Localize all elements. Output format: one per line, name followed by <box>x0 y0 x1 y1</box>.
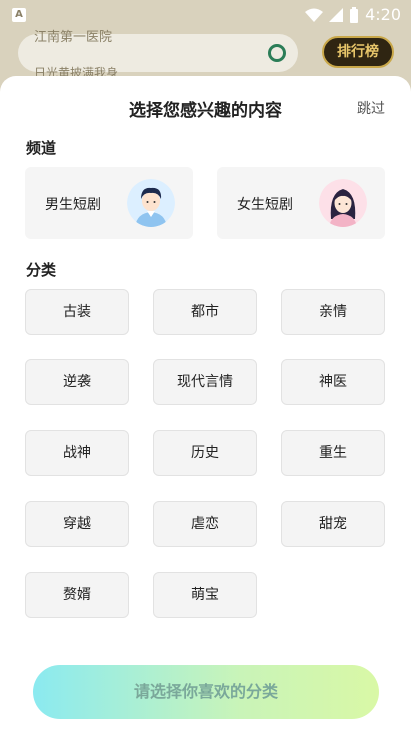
confirm-categories-button[interactable]: 请选择你喜欢的分类 <box>33 665 379 719</box>
bg-search-text: 江南第一医院 <box>34 30 113 45</box>
category-chip[interactable]: 逆袭 <box>25 359 129 405</box>
skip-button[interactable]: 跳过 <box>357 98 385 118</box>
channel-label: 男生短剧 <box>45 197 101 213</box>
category-chip[interactable]: 历史 <box>153 430 257 476</box>
category-chip[interactable]: 古装 <box>25 289 129 335</box>
category-chip[interactable]: 虐恋 <box>153 501 257 547</box>
category-chip[interactable]: 都市 <box>153 289 257 335</box>
channel-card-female[interactable]: 女生短剧 <box>217 167 385 239</box>
channel-card-male[interactable]: 男生短剧 <box>25 167 193 239</box>
interest-selection-sheet: 选择您感兴趣的内容 跳过 频道 男生短剧 女生短剧 分类 古装 都市 亲情 逆袭… <box>0 76 411 730</box>
category-section-label: 分类 <box>26 261 57 279</box>
category-chip[interactable]: 穿越 <box>25 501 129 547</box>
status-time: 4:20 <box>365 5 401 24</box>
category-chip[interactable]: 萌宝 <box>153 572 257 618</box>
category-chip[interactable]: 重生 <box>281 430 385 476</box>
search-icon <box>268 44 286 62</box>
ranking-badge: 排行榜 <box>322 36 394 68</box>
male-avatar-icon <box>127 179 175 227</box>
channel-section-label: 频道 <box>26 139 57 157</box>
category-chip[interactable]: 现代言情 <box>153 359 257 405</box>
bg-search-bar: 江南第一医院 日光黄披满我身 <box>18 30 298 80</box>
sheet-title: 选择您感兴趣的内容 <box>129 101 282 121</box>
female-avatar-icon <box>319 179 367 227</box>
category-chip[interactable]: 甜宠 <box>281 501 385 547</box>
wifi-icon <box>305 8 324 22</box>
status-icons: 4:20 <box>305 5 401 24</box>
channel-label: 女生短剧 <box>237 197 293 213</box>
category-chip[interactable]: 战神 <box>25 430 129 476</box>
app-notification-icon: A <box>12 8 26 22</box>
category-chip[interactable]: 神医 <box>281 359 385 405</box>
category-chip[interactable]: 亲情 <box>281 289 385 335</box>
battery-icon <box>350 6 359 23</box>
category-chip[interactable]: 赘婿 <box>25 572 129 618</box>
signal-icon <box>329 7 344 22</box>
